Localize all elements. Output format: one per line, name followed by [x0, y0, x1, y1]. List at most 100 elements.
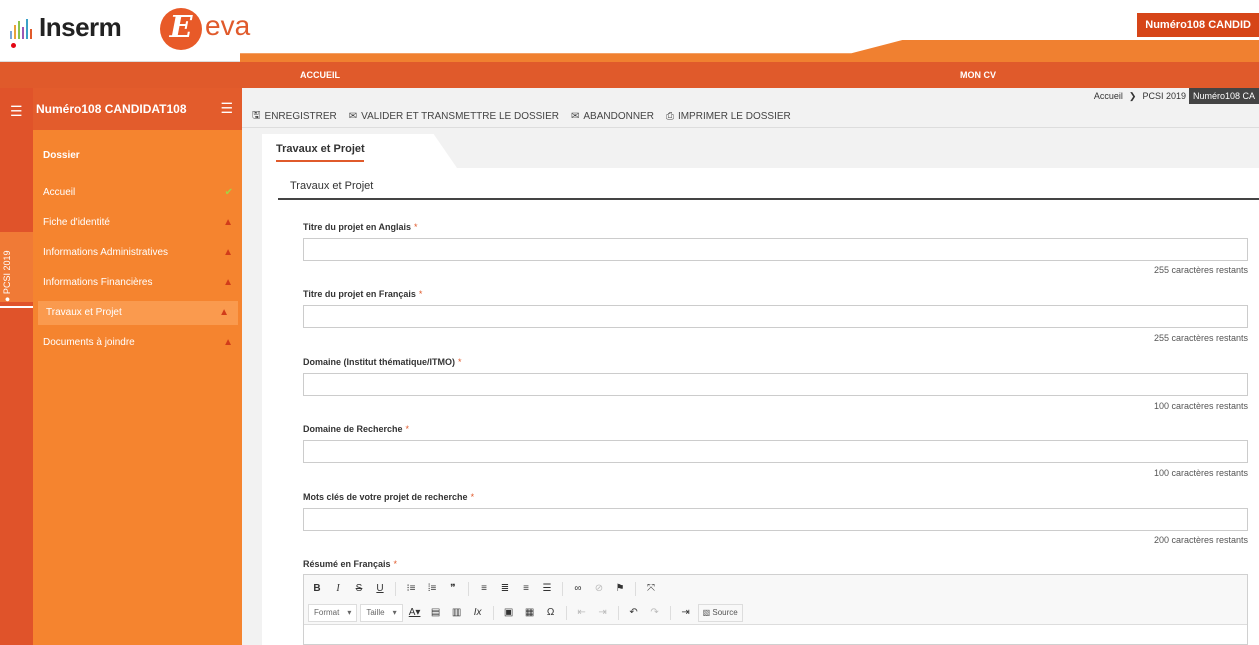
link-icon[interactable]: ∞	[569, 580, 587, 598]
hamburger-icon[interactable]: ☰	[220, 100, 233, 117]
strikethrough-button[interactable]: S	[350, 580, 368, 598]
quote-icon[interactable]: ❞	[444, 580, 462, 598]
breadcrumb-section[interactable]: PCSI 2019	[1139, 91, 1189, 101]
paste-icon[interactable]: ▤	[427, 604, 445, 622]
eva-logo-text: eva	[205, 10, 251, 41]
rich-text-editor[interactable]: B I S U ⁝≡ ⁞≡ ❞ ≡ ≣ ≡ ☰ ∞ ⊘ ⚑ ⤧ Format ▾ …	[303, 574, 1248, 645]
indent-icon[interactable]: ⇥	[594, 604, 612, 622]
envelope-icon: ✉	[348, 111, 358, 122]
numbered-list-icon[interactable]: ⁝≡	[402, 580, 420, 598]
warning-icon: ▲	[223, 247, 233, 258]
sidebar-item-informations-financieres[interactable]: Informations Financières ▲	[33, 268, 242, 298]
check-icon: ✔	[224, 187, 233, 198]
size-select[interactable]: Taille ▾	[360, 604, 403, 622]
block-icon[interactable]: ⇥	[677, 604, 695, 622]
unlink-icon[interactable]: ⊘	[590, 580, 608, 598]
sidebar-item-fiche-identite[interactable]: Fiche d'identité ▲	[33, 208, 242, 238]
research-domain-input[interactable]	[303, 440, 1248, 463]
label-keywords: Mots clés de votre projet de recherche *	[303, 492, 475, 502]
sidebar: Numéro108 CANDIDAT108 ☰ Dossier Accueil …	[33, 88, 242, 645]
bold-button[interactable]: B	[308, 580, 326, 598]
breadcrumb-separator-icon: ❯	[1128, 90, 1137, 101]
format-select[interactable]: Format ▾	[308, 604, 358, 622]
sidebar-item-documents[interactable]: Documents à joindre ▲	[33, 328, 242, 358]
warning-icon: ▲	[223, 277, 233, 288]
image-icon[interactable]: ▣	[500, 604, 518, 622]
panel-title: Travaux et Projet	[290, 180, 374, 192]
tab-label: Travaux et Projet	[276, 143, 365, 155]
underline-button[interactable]: U	[371, 580, 389, 598]
abandon-button[interactable]: ✉ ABANDONNER	[571, 108, 654, 125]
outdent-icon[interactable]: ⇤	[573, 604, 591, 622]
redo-icon[interactable]: ↷	[646, 604, 664, 622]
align-left-icon[interactable]: ≡	[475, 580, 493, 598]
user-account-button[interactable]: Numéro108 CANDID	[1137, 13, 1259, 37]
nav-accueil[interactable]: ACCUEIL	[300, 62, 340, 88]
validate-submit-button[interactable]: ✉ VALIDER ET TRANSMETTRE LE DOSSIER	[349, 108, 559, 125]
tab-active-indicator	[276, 160, 364, 162]
strip-divider	[0, 306, 33, 308]
save-button[interactable]: 🖫 ENREGISTRER	[252, 108, 337, 125]
floppy-icon: 🖫	[252, 110, 261, 121]
inserm-logo-text: Inserm	[39, 12, 122, 42]
special-char-icon[interactable]: Ω	[542, 604, 560, 622]
campaign-tag-label: ● PCSI 2019	[2, 250, 12, 302]
table-icon[interactable]: ▦	[521, 604, 539, 622]
action-toolbar: 🖫 ENREGISTRER ✉ VALIDER ET TRANSMETTRE L…	[252, 108, 791, 125]
print-button[interactable]: ⎙ IMPRIMER LE DOSSIER	[666, 108, 791, 125]
counter-research-domain: 100 caractères restants	[1153, 468, 1248, 478]
breadcrumb-home[interactable]: Accueil	[1091, 91, 1126, 101]
main-nav: ACCUEIL MON CV	[0, 62, 1259, 88]
label-domain-itmo: Domaine (Institut thématique/ITMO) *	[303, 357, 462, 367]
italic-button[interactable]: I	[329, 580, 347, 598]
counter-title-english: 255 caractères restants	[1153, 265, 1248, 275]
envelope-icon: ✉	[570, 111, 580, 122]
sidebar-item-travaux-projet[interactable]: Travaux et Projet ▲	[38, 301, 238, 325]
sidebar-strip: ☰	[0, 88, 33, 645]
bullet-list-icon[interactable]: ⁞≡	[423, 580, 441, 598]
label-title-english: Titre du projet en Anglais *	[303, 222, 418, 232]
chevron-down-icon: ▾	[347, 608, 352, 617]
breadcrumb: Accueil ❯ PCSI 2019 Numéro108 CA	[1091, 88, 1259, 104]
maximize-icon[interactable]: ⤧	[642, 580, 660, 598]
undo-icon[interactable]: ↶	[625, 604, 643, 622]
warning-icon: ▲	[223, 217, 233, 228]
candidate-name: Numéro108 CANDIDAT108	[36, 102, 187, 116]
nav-mon-cv[interactable]: MON CV	[960, 62, 996, 88]
editor-toolbar: B I S U ⁝≡ ⁞≡ ❞ ≡ ≣ ≡ ☰ ∞ ⊘ ⚑ ⤧ Format ▾ …	[304, 575, 1247, 625]
header-decoration	[240, 40, 1259, 62]
align-justify-icon[interactable]: ☰	[538, 580, 556, 598]
sidebar-item-informations-administratives[interactable]: Informations Administratives ▲	[33, 238, 242, 268]
chevron-down-icon: ▾	[392, 608, 397, 617]
anchor-flag-icon[interactable]: ⚑	[611, 580, 629, 598]
inserm-logo-icon	[10, 17, 32, 48]
inserm-logo[interactable]: Inserm	[10, 12, 122, 48]
label-summary-french: Résumé en Français *	[303, 559, 398, 569]
menu-icon[interactable]: ☰	[10, 103, 23, 120]
sidebar-header: Numéro108 CANDIDAT108 ☰	[33, 88, 242, 130]
breadcrumb-current: Numéro108 CA	[1188, 88, 1259, 104]
printer-icon: ⎙	[665, 111, 674, 122]
source-button[interactable]: ▧ Source	[697, 604, 743, 622]
keywords-input[interactable]	[303, 508, 1248, 531]
sidebar-section-title: Dossier	[43, 150, 80, 161]
align-right-icon[interactable]: ≡	[517, 580, 535, 598]
sidebar-item-accueil[interactable]: Accueil ✔	[33, 178, 242, 208]
title-english-input[interactable]	[303, 238, 1248, 261]
text-color-icon[interactable]: A▾	[406, 604, 424, 622]
toolbar-divider	[242, 127, 1259, 128]
domain-itmo-input[interactable]	[303, 373, 1248, 396]
top-header: Inserm E eva Numéro108 CANDID	[0, 0, 1259, 62]
panel-divider	[278, 198, 1259, 200]
eva-logo-icon: E	[160, 8, 202, 50]
counter-title-french: 255 caractères restants	[1153, 333, 1248, 343]
paste-text-icon[interactable]: ▥	[448, 604, 466, 622]
title-french-input[interactable]	[303, 305, 1248, 328]
label-research-domain: Domaine de Recherche *	[303, 424, 410, 434]
align-center-icon[interactable]: ≣	[496, 580, 514, 598]
warning-icon: ▲	[219, 307, 229, 318]
warning-icon: ▲	[223, 337, 233, 348]
remove-format-icon[interactable]: Ix	[469, 604, 487, 622]
counter-domain-itmo: 100 caractères restants	[1153, 401, 1248, 411]
label-title-french: Titre du projet en Français *	[303, 289, 423, 299]
